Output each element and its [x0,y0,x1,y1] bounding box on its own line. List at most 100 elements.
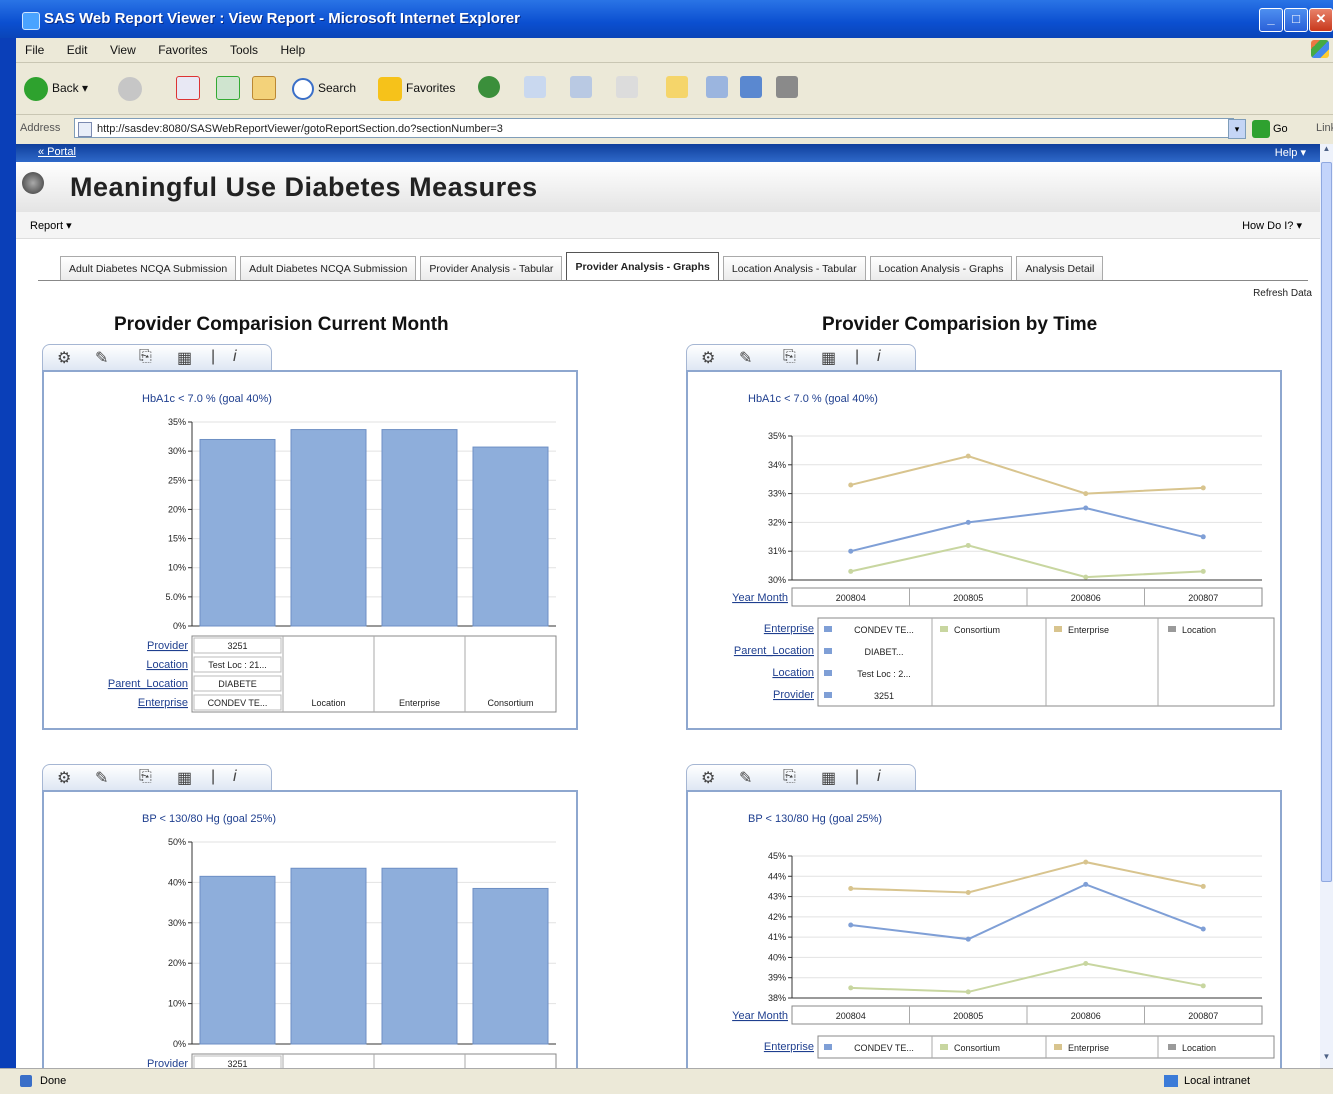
favorites-button[interactable]: Favorites [378,74,455,102]
y-tick-label: 30% [168,918,186,928]
edit-chart-icon[interactable]: ✎ [739,348,752,368]
ie-icon [22,12,40,30]
portal-link[interactable]: « Portal [38,146,76,158]
y-tick-label: 50% [168,837,186,847]
media-icon[interactable] [478,76,500,98]
data-point [1083,859,1089,865]
tab-adult-diabetes-ncqa-1[interactable]: Adult Diabetes NCQA Submission [60,256,237,281]
menu-help[interactable]: Help [271,38,314,57]
legend-cell: Test Loc : 2... [857,669,911,679]
minimize-button[interactable]: _ [1259,8,1283,32]
chart-svg: BP < 130/80 Hg (goal 25%) 38% 39% 40% 41% 42%… [732,813,1275,1059]
bar-chart-bp: BP < 130/80 Hg (goal 25%) 0% 10% 20% 30% 40% 5… [42,790,578,1068]
legend-swatch [824,626,832,632]
tools-icon[interactable]: ⚙ [57,768,71,788]
y-tick-label: 35% [768,431,786,441]
share-icon[interactable] [740,76,762,98]
tab-divider [38,280,1308,281]
info-icon[interactable]: i [877,768,881,786]
refresh-icon[interactable] [216,76,240,100]
info-icon[interactable]: i [877,348,881,366]
maximize-button[interactable]: □ [1284,8,1308,32]
forward-button[interactable] [118,74,146,102]
scroll-down-icon[interactable]: ▼ [1320,1052,1333,1068]
back-button[interactable]: Back ▾ [24,74,88,102]
tab-location-analysis-graphs[interactable]: Location Analysis - Graphs [869,256,1013,281]
series-line [850,883,1204,941]
search-button[interactable]: Search [292,74,356,102]
row-label-link: Parent_Location [108,678,188,690]
info-icon[interactable]: i [233,768,237,786]
tools-icon[interactable]: ⚙ [701,348,715,368]
menu-tools[interactable]: Tools [221,38,267,57]
export-icon[interactable]: ⎘ [139,768,152,786]
x-tick-label: 200805 [953,593,983,603]
report-menu[interactable]: Report ▾ [30,219,72,232]
go-button[interactable]: Go [1252,118,1288,140]
export-icon[interactable]: ⎘ [783,348,796,366]
favorites-star-icon [378,76,402,101]
tab-provider-analysis-graphs[interactable]: Provider Analysis - Graphs [566,252,719,281]
address-dropdown-icon[interactable]: ▾ [1228,119,1246,139]
scroll-up-icon[interactable]: ▲ [1320,144,1333,160]
legend-swatch [1054,1044,1062,1050]
help-menu[interactable]: Help ▾ [1275,146,1306,159]
table-icon[interactable]: ▦ [821,768,836,788]
edit-chart-icon[interactable]: ✎ [95,768,108,788]
table-icon[interactable]: ▦ [821,348,836,368]
tab-provider-analysis-tabular[interactable]: Provider Analysis - Tabular [420,256,563,281]
folder-icon[interactable] [666,76,688,98]
category-label: Consortium [487,698,533,708]
chart-svg: HbA1c < 7.0 % (goal 40%) 30% 31% 32% 33% 34% 3… [732,393,1275,707]
category-label: Enterprise [399,698,440,708]
heading-by-time: Provider Comparision by Time [822,314,1098,335]
print-icon[interactable] [616,76,638,98]
table-icon[interactable]: ▦ [177,348,192,368]
home-icon[interactable] [252,76,276,100]
chart-subtitle: HbA1c < 7.0 % (goal 40%) [142,393,272,405]
tools-icon[interactable] [776,76,798,98]
history-icon[interactable] [524,76,546,98]
x-tick-label: 200806 [1071,593,1101,603]
export-icon[interactable]: ⎘ [139,348,152,366]
info-icon[interactable]: i [233,348,237,366]
y-tick-label: 10% [168,999,186,1009]
tab-analysis-detail[interactable]: Analysis Detail [1016,256,1104,281]
row-label-link: Provider [147,640,188,652]
menu-file[interactable]: File [16,38,53,57]
section-tabs: Adult Diabetes NCQA Submission Adult Diab… [60,252,1107,281]
bar [381,429,458,627]
forward-arrow-icon [118,76,142,101]
legend-series-label: Enterprise [1068,1043,1109,1053]
refresh-data-link[interactable]: Refresh Data [1253,288,1312,299]
tools-icon[interactable]: ⚙ [57,348,71,368]
menu-view[interactable]: View [101,38,145,57]
menu-edit[interactable]: Edit [58,38,97,57]
stop-icon[interactable] [176,76,200,100]
data-point [1083,961,1089,967]
tab-location-analysis-tabular[interactable]: Location Analysis - Tabular [722,256,866,281]
table-icon[interactable]: ▦ [177,768,192,788]
address-input[interactable]: http://sasdev:8080/SASWebReportViewer/go… [74,118,1234,138]
vertical-scrollbar[interactable]: ▲ ▼ [1320,144,1333,1068]
data-point [848,482,854,488]
page-status-icon [20,1075,32,1087]
tools-icon[interactable]: ⚙ [701,768,715,788]
mail-icon[interactable] [570,76,592,98]
messenger-icon[interactable] [706,76,728,98]
close-button[interactable]: ✕ [1309,8,1333,32]
tab-adult-diabetes-ncqa-2[interactable]: Adult Diabetes NCQA Submission [240,256,417,281]
status-text: Done [40,1075,67,1087]
scroll-thumb[interactable] [1321,162,1332,882]
how-do-i-menu[interactable]: How Do I? ▾ [1242,219,1302,232]
menu-favorites[interactable]: Favorites [149,38,216,57]
edit-chart-icon[interactable]: ✎ [739,768,752,788]
links-label[interactable]: Links [1316,122,1333,134]
zone-text: Local intranet [1184,1075,1251,1087]
export-icon[interactable]: ⎘ [783,768,796,786]
edit-chart-icon[interactable]: ✎ [95,348,108,368]
y-tick-label: 32% [768,517,786,527]
data-point [848,885,854,891]
bar [199,438,276,627]
legend-cell: CONDEV TE... [854,1043,914,1053]
